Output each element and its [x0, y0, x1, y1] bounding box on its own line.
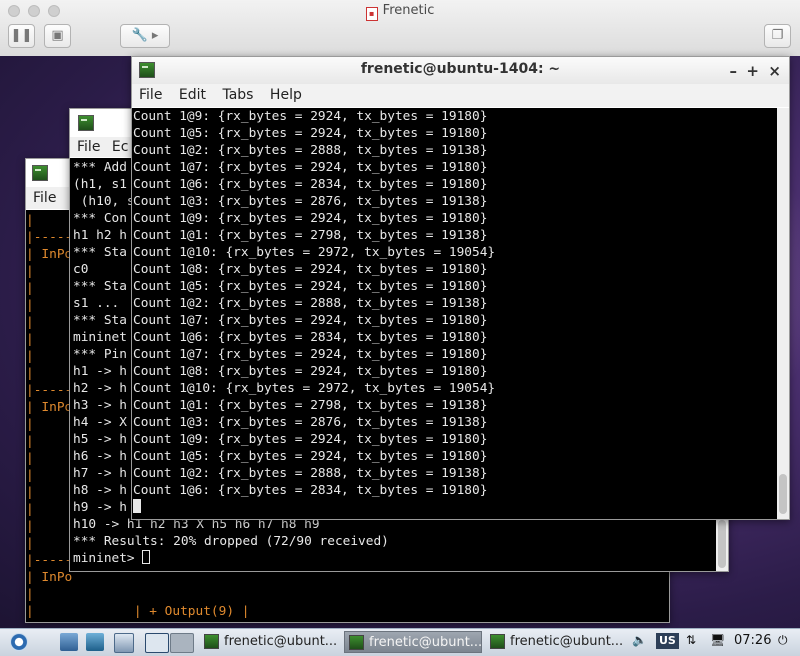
terminal-icon [490, 634, 505, 649]
terminal-line: Count 1@1: {rx_bytes = 2798, tx_bytes = … [133, 228, 488, 243]
taskbar-task-label: frenetic@ubunt... [369, 635, 482, 650]
terminal-icon [349, 635, 364, 650]
terminal-line: Count 1@10: {rx_bytes = 2972, tx_bytes =… [133, 381, 496, 396]
terminal-line: Count 1@7: {rx_bytes = 2924, tx_bytes = … [133, 313, 488, 328]
prompt-line[interactable]: mininet> [73, 550, 716, 567]
terminal-line: Count 1@8: {rx_bytes = 2924, tx_bytes = … [133, 262, 488, 277]
snapshot-icon: ▣ [51, 28, 64, 43]
menu-help[interactable]: Help [270, 84, 302, 107]
terminal-line: Count 1@9: {rx_bytes = 2924, tx_bytes = … [133, 432, 488, 447]
front-scroll-thumb[interactable] [779, 474, 787, 514]
terminal-line: | | + Output(8) | [26, 620, 669, 622]
terminal-line: Count 1@7: {rx_bytes = 2924, tx_bytes = … [133, 160, 488, 175]
taskbar: frenetic@ubunt... frenetic@ubunt... frenet… [0, 628, 800, 656]
terminal-icon [139, 62, 155, 78]
browser-launcher-icon[interactable] [114, 633, 134, 653]
middle-scroll-thumb[interactable] [718, 520, 726, 568]
chevron-right-icon: ▸ [151, 28, 159, 43]
terminal-line: *** Results: 20% dropped (72/90 received… [73, 534, 389, 549]
network-icon[interactable]: ⇅ [686, 633, 696, 647]
taskbar-task-label: frenetic@ubunt... [224, 634, 338, 649]
pause-button[interactable]: ❚❚ [8, 24, 35, 48]
terminal-line: Count 1@3: {rx_bytes = 2876, tx_bytes = … [133, 194, 488, 209]
minimize-button[interactable]: – [730, 59, 738, 84]
front-scrollbar[interactable] [777, 108, 789, 519]
pause-icon: ❚❚ [10, 28, 33, 43]
menu-tabs[interactable]: Tabs [222, 84, 253, 107]
wrench-icon: 🔧 [131, 28, 148, 43]
terminal-line: Count 1@8: {rx_bytes = 2924, tx_bytes = … [133, 364, 488, 379]
maximize-button[interactable]: + [746, 59, 759, 84]
terminal-icon [32, 165, 48, 181]
host-title: ▪ Frenetic [0, 3, 800, 21]
terminal-line: Count 1@9: {rx_bytes = 2924, tx_bytes = … [133, 211, 488, 226]
terminal-line: Count 1@2: {rx_bytes = 2888, tx_bytes = … [133, 466, 488, 481]
terminal-line: Count 1@6: {rx_bytes = 2834, tx_bytes = … [133, 330, 488, 345]
host-window-chrome: ▪ Frenetic ❚❚ ▣ 🔧 ▸ ❐ [0, 0, 800, 57]
text-cursor [133, 499, 141, 513]
windows-button[interactable]: ❐ [764, 24, 791, 48]
power-icon[interactable]: ⏻ [778, 633, 788, 648]
settings-launcher-icon[interactable] [86, 633, 104, 651]
host-title-text: Frenetic [382, 3, 435, 18]
taskbar-task-terminal[interactable]: frenetic@ubunt... [486, 631, 624, 653]
text-cursor [142, 550, 151, 564]
terminal-line: Count 1@6: {rx_bytes = 2834, tx_bytes = … [133, 483, 488, 498]
taskbar-task-terminal[interactable]: frenetic@ubunt... [344, 631, 482, 653]
close-button[interactable]: × [768, 59, 781, 84]
keyboard-layout[interactable]: US [656, 633, 679, 649]
desktop-1-icon[interactable] [145, 633, 169, 653]
document-icon: ▪ [365, 7, 378, 21]
menu-file[interactable]: File [139, 84, 162, 107]
volume-icon[interactable]: 🔈 [632, 633, 647, 647]
taskbar-task-terminal[interactable]: frenetic@ubunt... [200, 631, 338, 653]
settings-button[interactable]: 🔧 ▸ [120, 24, 170, 48]
terminal-line: Count 1@2: {rx_bytes = 2888, tx_bytes = … [133, 296, 488, 311]
terminal-line: Count 1@2: {rx_bytes = 2888, tx_bytes = … [133, 143, 488, 158]
front-terminal-window[interactable]: frenetic@ubuntu-1404: ~ – + × File Edit … [131, 56, 790, 520]
terminal-line: Count 1@1: {rx_bytes = 2798, tx_bytes = … [133, 398, 488, 413]
desktop-2-icon[interactable] [170, 633, 194, 653]
shell-prompt: mininet> [73, 551, 143, 566]
front-menubar: File Edit Tabs Help [132, 84, 789, 107]
terminal-line: Count 1@10: {rx_bytes = 2972, tx_bytes =… [133, 245, 496, 260]
taskbar-task-label: frenetic@ubunt... [510, 634, 624, 649]
menu-file[interactable]: File [77, 137, 100, 157]
terminal-icon [78, 115, 94, 131]
menu-edit[interactable]: Edit [179, 84, 206, 107]
computer-icon[interactable]: 🖥 [710, 633, 725, 647]
terminal-line: Count 1@5: {rx_bytes = 2924, tx_bytes = … [133, 126, 488, 141]
terminal-icon [204, 634, 219, 649]
terminal-line: Count 1@5: {rx_bytes = 2924, tx_bytes = … [133, 279, 488, 294]
terminal-line: Count 1@7: {rx_bytes = 2924, tx_bytes = … [133, 347, 488, 362]
front-titlebar[interactable]: frenetic@ubuntu-1404: ~ – + × [132, 57, 789, 84]
front-title-text: frenetic@ubuntu-1404: ~ [360, 61, 561, 77]
file-manager-icon[interactable] [60, 633, 78, 651]
cursor-line[interactable] [133, 499, 777, 516]
snapshot-button[interactable]: ▣ [44, 24, 71, 48]
terminal-line: | | + Output(9) | [26, 604, 250, 619]
front-terminal-output[interactable]: Count 1@9: {rx_bytes = 2924, tx_bytes = … [132, 108, 777, 519]
menu-file[interactable]: File [33, 187, 56, 209]
terminal-line: Count 1@6: {rx_bytes = 2834, tx_bytes = … [133, 177, 488, 192]
start-menu-icon[interactable] [10, 633, 28, 651]
terminal-line: | [26, 587, 34, 602]
menu-edit[interactable]: Ec [112, 137, 129, 157]
terminal-line: Count 1@9: {rx_bytes = 2924, tx_bytes = … [133, 109, 488, 124]
terminal-line: Count 1@3: {rx_bytes = 2876, tx_bytes = … [133, 415, 488, 430]
clock[interactable]: 07:26 [734, 633, 771, 648]
windows-icon: ❐ [771, 28, 784, 43]
terminal-line: Count 1@5: {rx_bytes = 2924, tx_bytes = … [133, 449, 488, 464]
